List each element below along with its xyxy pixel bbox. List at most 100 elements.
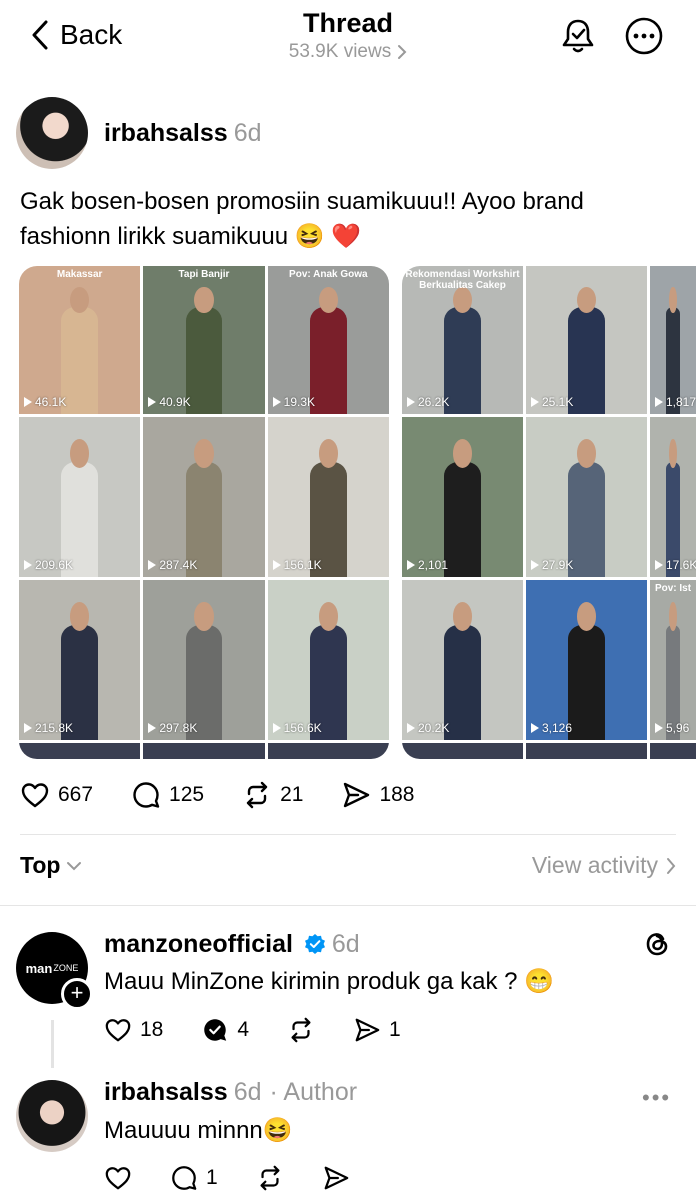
media-thumbnail[interactable]: 17.6K xyxy=(650,417,696,577)
more-icon[interactable] xyxy=(624,16,664,56)
view-activity-link[interactable]: View activity xyxy=(532,852,676,879)
play-icon xyxy=(272,723,281,733)
media-thumbnail[interactable]: 25.1K xyxy=(526,266,647,414)
avatar-logo-text-2: ZONE xyxy=(53,963,79,973)
person-head xyxy=(669,439,677,469)
play-icon xyxy=(531,560,539,570)
view-count: 27.9K xyxy=(531,558,573,572)
reply-time: 6d xyxy=(233,1078,262,1106)
view-count-value: 3,126 xyxy=(542,721,573,735)
header: Back Thread 53.9K views xyxy=(0,0,696,76)
media-thumbnail[interactable]: 20.2K xyxy=(402,580,523,740)
media-thumbnail[interactable]: 2,101 xyxy=(402,417,523,577)
thumbnail-caption: Pov: Anak Gowa xyxy=(289,269,368,280)
view-count: 26.2K xyxy=(407,395,449,409)
reply-time: 6d xyxy=(331,930,360,958)
reply-username[interactable]: manzoneofficial xyxy=(104,930,293,958)
view-count-value: 5,96 xyxy=(666,721,690,735)
reply-share-button[interactable]: 1 xyxy=(353,1016,401,1044)
views-link[interactable]: 53.9K views xyxy=(289,41,407,63)
divider xyxy=(20,834,676,835)
reply-share-button[interactable] xyxy=(322,1164,350,1192)
media-thumbnail[interactable]: 209.6K xyxy=(19,417,141,577)
play-icon xyxy=(655,560,663,570)
post-time: 6d xyxy=(233,119,262,147)
post-text: Gak bosen-bosen promosiin suamikuuu!! Ay… xyxy=(20,188,584,250)
play-icon xyxy=(655,723,663,733)
media-grid-1[interactable]: Makassar 46.1K Tapi Banjir 40.9K Pov: Anak G… xyxy=(19,266,389,759)
comment-icon xyxy=(172,1166,197,1190)
reply-like-button[interactable] xyxy=(104,1164,132,1192)
view-count: 3,126 xyxy=(531,721,572,735)
media-thumbnail[interactable]: 287.4K xyxy=(143,417,265,577)
media-thumbnail-partial xyxy=(402,743,523,759)
comment-filled-check-icon xyxy=(204,1019,227,1041)
threads-logo-icon[interactable] xyxy=(641,928,673,960)
view-count-value: 2,101 xyxy=(418,558,449,572)
sort-label: Top xyxy=(20,852,61,878)
media-thumbnail[interactable]: Rekomendasi Workshirt Berkualitas Cakep 2… xyxy=(402,266,523,414)
reply-actions: 18 4 1 xyxy=(104,1016,401,1044)
reply-repost-button[interactable] xyxy=(256,1164,284,1192)
media-grid-2[interactable]: Rekomendasi Workshirt Berkualitas Cakep 2… xyxy=(402,266,696,759)
view-count-value: 46.1K xyxy=(35,395,67,409)
comment-icon xyxy=(133,782,160,808)
chevron-right-icon xyxy=(398,45,407,59)
comment-count: 125 xyxy=(169,783,205,806)
bell-icon[interactable] xyxy=(558,16,598,56)
media-thumbnail[interactable]: 156.1K xyxy=(267,417,389,577)
reply-comment-button[interactable]: 4 xyxy=(201,1016,249,1044)
view-count-value: 40.9K xyxy=(159,395,191,409)
like-button[interactable]: 667 xyxy=(20,780,93,810)
media-thumbnail[interactable]: 3,126 xyxy=(526,580,647,740)
sort-dropdown[interactable]: Top xyxy=(20,852,82,879)
media-thumbnail[interactable]: Pov: Ist 5,96 xyxy=(650,580,696,740)
share-count: 188 xyxy=(379,783,415,806)
media-thumbnail-partial xyxy=(19,743,141,759)
post-author-avatar[interactable] xyxy=(16,97,88,169)
play-icon xyxy=(407,397,415,407)
person-figure xyxy=(61,307,98,414)
share-button[interactable]: 188 xyxy=(341,780,415,810)
repost-icon xyxy=(260,1165,280,1191)
media-thumbnail[interactable]: 215.8K xyxy=(19,580,141,740)
reply-comment-button[interactable]: 1 xyxy=(170,1164,218,1192)
repost-button[interactable]: 21 xyxy=(242,780,303,810)
view-count-value: 287.4K xyxy=(159,558,198,572)
reply-more-button[interactable]: ••• xyxy=(642,1085,671,1111)
media-thumbnail[interactable]: 27.9K xyxy=(526,417,647,577)
view-count-value: 20.2K xyxy=(418,721,450,735)
view-count: 5,96 xyxy=(655,721,689,735)
send-icon xyxy=(355,1018,380,1042)
view-count: 19.3K xyxy=(272,395,315,409)
author-tag: · Author xyxy=(269,1078,358,1106)
play-icon xyxy=(531,723,539,733)
media-thumbnail[interactable]: 156.6K xyxy=(267,580,389,740)
reply-share-count: 1 xyxy=(389,1018,401,1041)
post-author: irbahsalss 6d xyxy=(104,119,262,148)
media-thumbnail[interactable]: 297.8K xyxy=(143,580,265,740)
media-thumbnail-partial xyxy=(267,743,389,759)
view-count: 287.4K xyxy=(148,558,197,572)
media-thumbnail[interactable]: Pov: Anak Gowa 19.3K xyxy=(267,266,389,414)
media-thumbnail[interactable]: 1,817 xyxy=(650,266,696,414)
thumbnail-caption: Rekomendasi Workshirt Berkualitas Cakep xyxy=(405,269,520,291)
reply-like-button[interactable]: 18 xyxy=(104,1016,163,1044)
reply-username[interactable]: irbahsalss xyxy=(104,1078,228,1106)
media-thumbnail[interactable]: Makassar 46.1K xyxy=(19,266,141,414)
media-thumbnail[interactable]: Tapi Banjir 40.9K xyxy=(143,266,265,414)
reply-repost-button[interactable] xyxy=(287,1016,315,1044)
thread-line xyxy=(51,1020,54,1068)
comment-button[interactable]: 125 xyxy=(131,780,204,810)
play-icon xyxy=(272,560,281,570)
view-activity-label: View activity xyxy=(531,852,658,878)
person-figure xyxy=(568,624,605,740)
person-figure xyxy=(310,307,347,414)
view-count-value: 26.2K xyxy=(418,395,450,409)
reply-avatar-irbahsalss[interactable] xyxy=(16,1080,88,1152)
follow-plus-button[interactable]: + xyxy=(61,978,93,1010)
post-username[interactable]: irbahsalss xyxy=(104,119,228,147)
chevron-right-icon xyxy=(667,857,676,874)
view-count: 156.6K xyxy=(272,721,322,735)
play-icon xyxy=(407,560,415,570)
